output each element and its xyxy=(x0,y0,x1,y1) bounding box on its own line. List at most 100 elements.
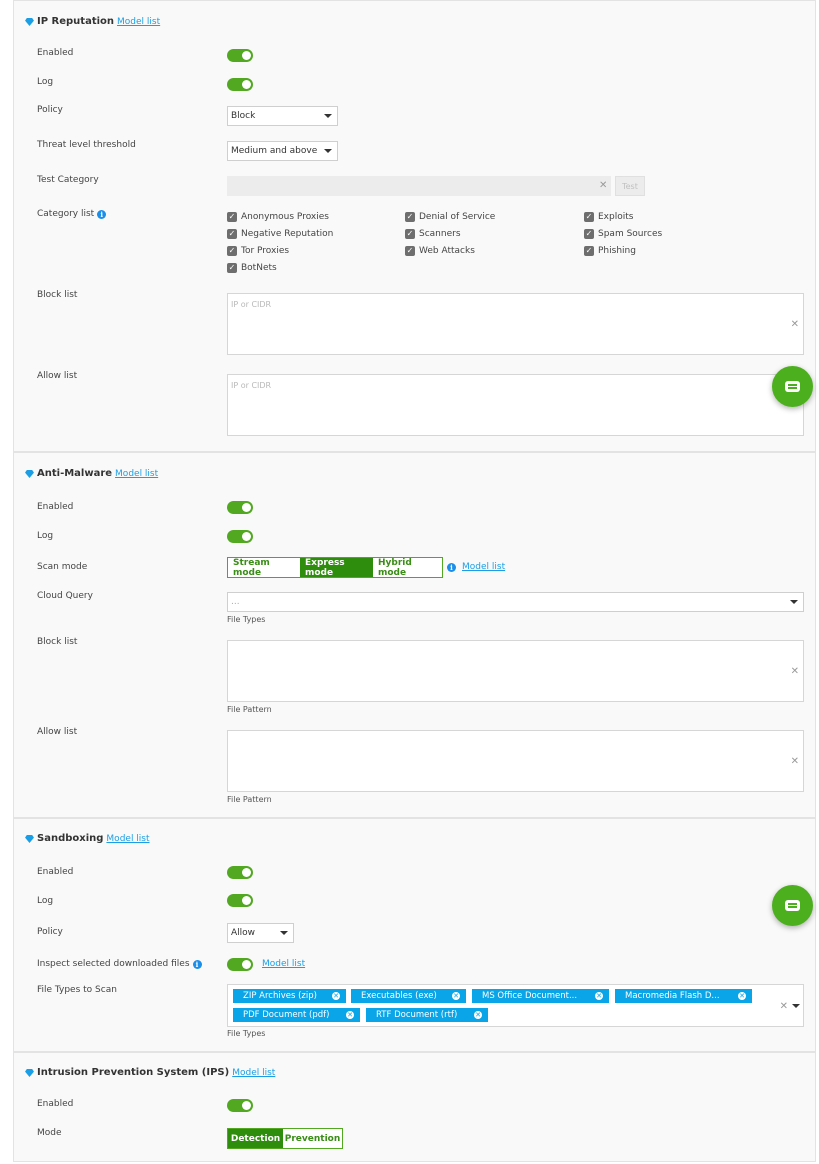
ip-policy-select[interactable]: Block xyxy=(227,106,338,126)
anti-malware-panel: Anti-Malware Model list Enabled Log Scan… xyxy=(13,452,816,818)
file-types-scan-input[interactable]: ZIP Archives (zip) ✕ Executables (exe) ✕ M… xyxy=(227,984,804,1027)
ip-allow-list-input[interactable]: IP or CIDR xyxy=(227,374,804,436)
category-checkbox[interactable]: ✓ Tor Proxies xyxy=(227,246,289,256)
close-icon[interactable]: ✕ xyxy=(791,667,799,677)
chevron-down-icon xyxy=(324,149,332,153)
ip-enabled-toggle[interactable] xyxy=(227,49,253,62)
checkbox-check-icon: ✓ xyxy=(227,246,237,256)
sandboxing-model-list-link[interactable]: Model list xyxy=(106,834,149,844)
ip-reputation-panel: IP Reputation Model list Enabled Log Pol… xyxy=(13,0,816,452)
remove-tag-icon[interactable]: ✕ xyxy=(452,992,460,1000)
remove-tag-icon[interactable]: ✕ xyxy=(332,992,340,1000)
checkbox-check-icon: ✓ xyxy=(227,212,237,222)
scan-mode-express-button[interactable]: Express mode xyxy=(300,558,373,578)
file-type-tag[interactable]: Macromedia Flash D... ✕ xyxy=(615,989,752,1003)
am-enabled-toggle[interactable] xyxy=(227,501,253,514)
file-type-tag[interactable]: RTF Document (rtf) ✕ xyxy=(366,1008,488,1022)
remove-tag-icon[interactable]: ✕ xyxy=(738,992,746,1000)
ip-policy-label: Policy xyxy=(37,105,63,115)
am-block-list-label: Block list xyxy=(37,637,78,647)
ip-reputation-model-list-link[interactable]: Model list xyxy=(117,17,160,27)
ips-mode-prevention-button[interactable]: Prevention xyxy=(283,1129,342,1148)
file-types-caption: File Types xyxy=(227,1029,266,1038)
chat-button[interactable] xyxy=(772,366,813,407)
sb-log-toggle[interactable] xyxy=(227,894,253,907)
chevron-down-icon[interactable] xyxy=(792,1004,800,1008)
gem-icon xyxy=(25,469,34,478)
sb-policy-select[interactable]: Allow xyxy=(227,923,294,943)
file-type-tag[interactable]: MS Office Document... ✕ xyxy=(472,989,609,1003)
file-type-tag[interactable]: ZIP Archives (zip) ✕ xyxy=(233,989,346,1003)
ip-log-label: Log xyxy=(37,77,54,87)
cloud-query-label: Cloud Query xyxy=(37,591,93,601)
scan-mode-hybrid-button[interactable]: Hybrid mode xyxy=(373,558,442,578)
gem-icon xyxy=(25,1068,34,1077)
category-checkbox[interactable]: ✓ Phishing xyxy=(584,246,636,256)
sb-enabled-toggle[interactable] xyxy=(227,866,253,879)
am-enabled-label: Enabled xyxy=(37,502,74,512)
category-checkbox[interactable]: ✓ Denial of Service xyxy=(405,212,495,222)
ip-reputation-title: IP Reputation Model list xyxy=(25,16,160,27)
cloud-query-caption: File Types xyxy=(227,615,266,624)
threat-level-label: Threat level threshold xyxy=(37,140,136,150)
test-button[interactable]: Test xyxy=(615,176,645,196)
remove-tag-icon[interactable]: ✕ xyxy=(474,1011,482,1019)
scan-mode-stream-button[interactable]: Stream mode xyxy=(228,558,300,578)
category-checkbox[interactable]: ✓ Scanners xyxy=(405,229,461,239)
category-checkbox[interactable]: ✓ Anonymous Proxies xyxy=(227,212,329,222)
checkbox-check-icon: ✓ xyxy=(584,246,594,256)
test-category-label: Test Category xyxy=(37,175,99,185)
am-block-list-input[interactable]: ✕ xyxy=(227,640,804,702)
ip-log-toggle[interactable] xyxy=(227,78,253,91)
info-icon[interactable]: i xyxy=(447,563,456,572)
ips-enabled-toggle[interactable] xyxy=(227,1099,253,1112)
threat-level-select[interactable]: Medium and above xyxy=(227,141,338,161)
scan-mode-model-list-link[interactable]: Model list xyxy=(462,562,505,572)
sandboxing-title: Sandboxing Model list xyxy=(25,833,150,844)
ips-mode-detection-button[interactable]: Detection xyxy=(228,1129,283,1148)
file-type-tag[interactable]: PDF Document (pdf) ✕ xyxy=(233,1008,360,1022)
remove-tag-icon[interactable]: ✕ xyxy=(346,1011,354,1019)
category-checkbox[interactable]: ✓ Spam Sources xyxy=(584,229,662,239)
scan-mode-group: Stream mode Express mode Hybrid mode xyxy=(227,557,443,578)
cloud-query-select[interactable]: ... xyxy=(227,592,804,612)
chat-button[interactable] xyxy=(772,885,813,926)
info-icon[interactable]: i xyxy=(97,209,107,219)
sandboxing-panel: Sandboxing Model list Enabled Log Policy… xyxy=(13,818,816,1052)
category-checkbox[interactable]: ✓ Negative Reputation xyxy=(227,229,333,239)
inspect-files-toggle[interactable] xyxy=(227,958,253,971)
close-icon[interactable]: ✕ xyxy=(599,181,607,191)
am-log-label: Log xyxy=(37,531,54,541)
test-category-input[interactable] xyxy=(227,176,611,196)
ip-block-list-input[interactable]: IP or CIDR ✕ xyxy=(227,293,804,355)
checkbox-check-icon: ✓ xyxy=(405,246,415,256)
info-icon[interactable]: i xyxy=(192,959,202,969)
category-checkbox[interactable]: ✓ BotNets xyxy=(227,263,277,273)
anti-malware-title: Anti-Malware Model list xyxy=(25,468,158,479)
checkbox-check-icon: ✓ xyxy=(227,229,237,239)
chevron-down-icon xyxy=(324,114,332,118)
checkbox-check-icon: ✓ xyxy=(584,212,594,222)
remove-tag-icon[interactable]: ✕ xyxy=(595,992,603,1000)
close-icon[interactable]: ✕ xyxy=(791,757,799,767)
am-log-toggle[interactable] xyxy=(227,530,253,543)
checkbox-check-icon: ✓ xyxy=(405,212,415,222)
checkbox-check-icon: ✓ xyxy=(405,229,415,239)
close-icon[interactable]: ✕ xyxy=(791,320,799,330)
ips-title: Intrusion Prevention System (IPS) Model … xyxy=(25,1067,275,1078)
am-allow-list-caption: File Pattern xyxy=(227,795,272,804)
chat-icon xyxy=(785,381,800,392)
category-checkbox[interactable]: ✓ Web Attacks xyxy=(405,246,475,256)
close-icon[interactable]: ✕ xyxy=(780,1002,788,1012)
ips-panel: Intrusion Prevention System (IPS) Model … xyxy=(13,1052,816,1162)
am-allow-list-input[interactable]: ✕ xyxy=(227,730,804,792)
inspect-model-list-link[interactable]: Model list xyxy=(262,959,305,969)
category-checkbox[interactable]: ✓ Exploits xyxy=(584,212,633,222)
anti-malware-model-list-link[interactable]: Model list xyxy=(115,469,158,479)
ips-model-list-link[interactable]: Model list xyxy=(232,1068,275,1078)
ip-block-list-label: Block list xyxy=(37,290,78,300)
file-type-tag[interactable]: Executables (exe) ✕ xyxy=(351,989,466,1003)
ips-mode-group: Detection Prevention xyxy=(227,1128,343,1149)
sb-enabled-label: Enabled xyxy=(37,867,74,877)
file-types-scan-label: File Types to Scan xyxy=(37,985,117,995)
